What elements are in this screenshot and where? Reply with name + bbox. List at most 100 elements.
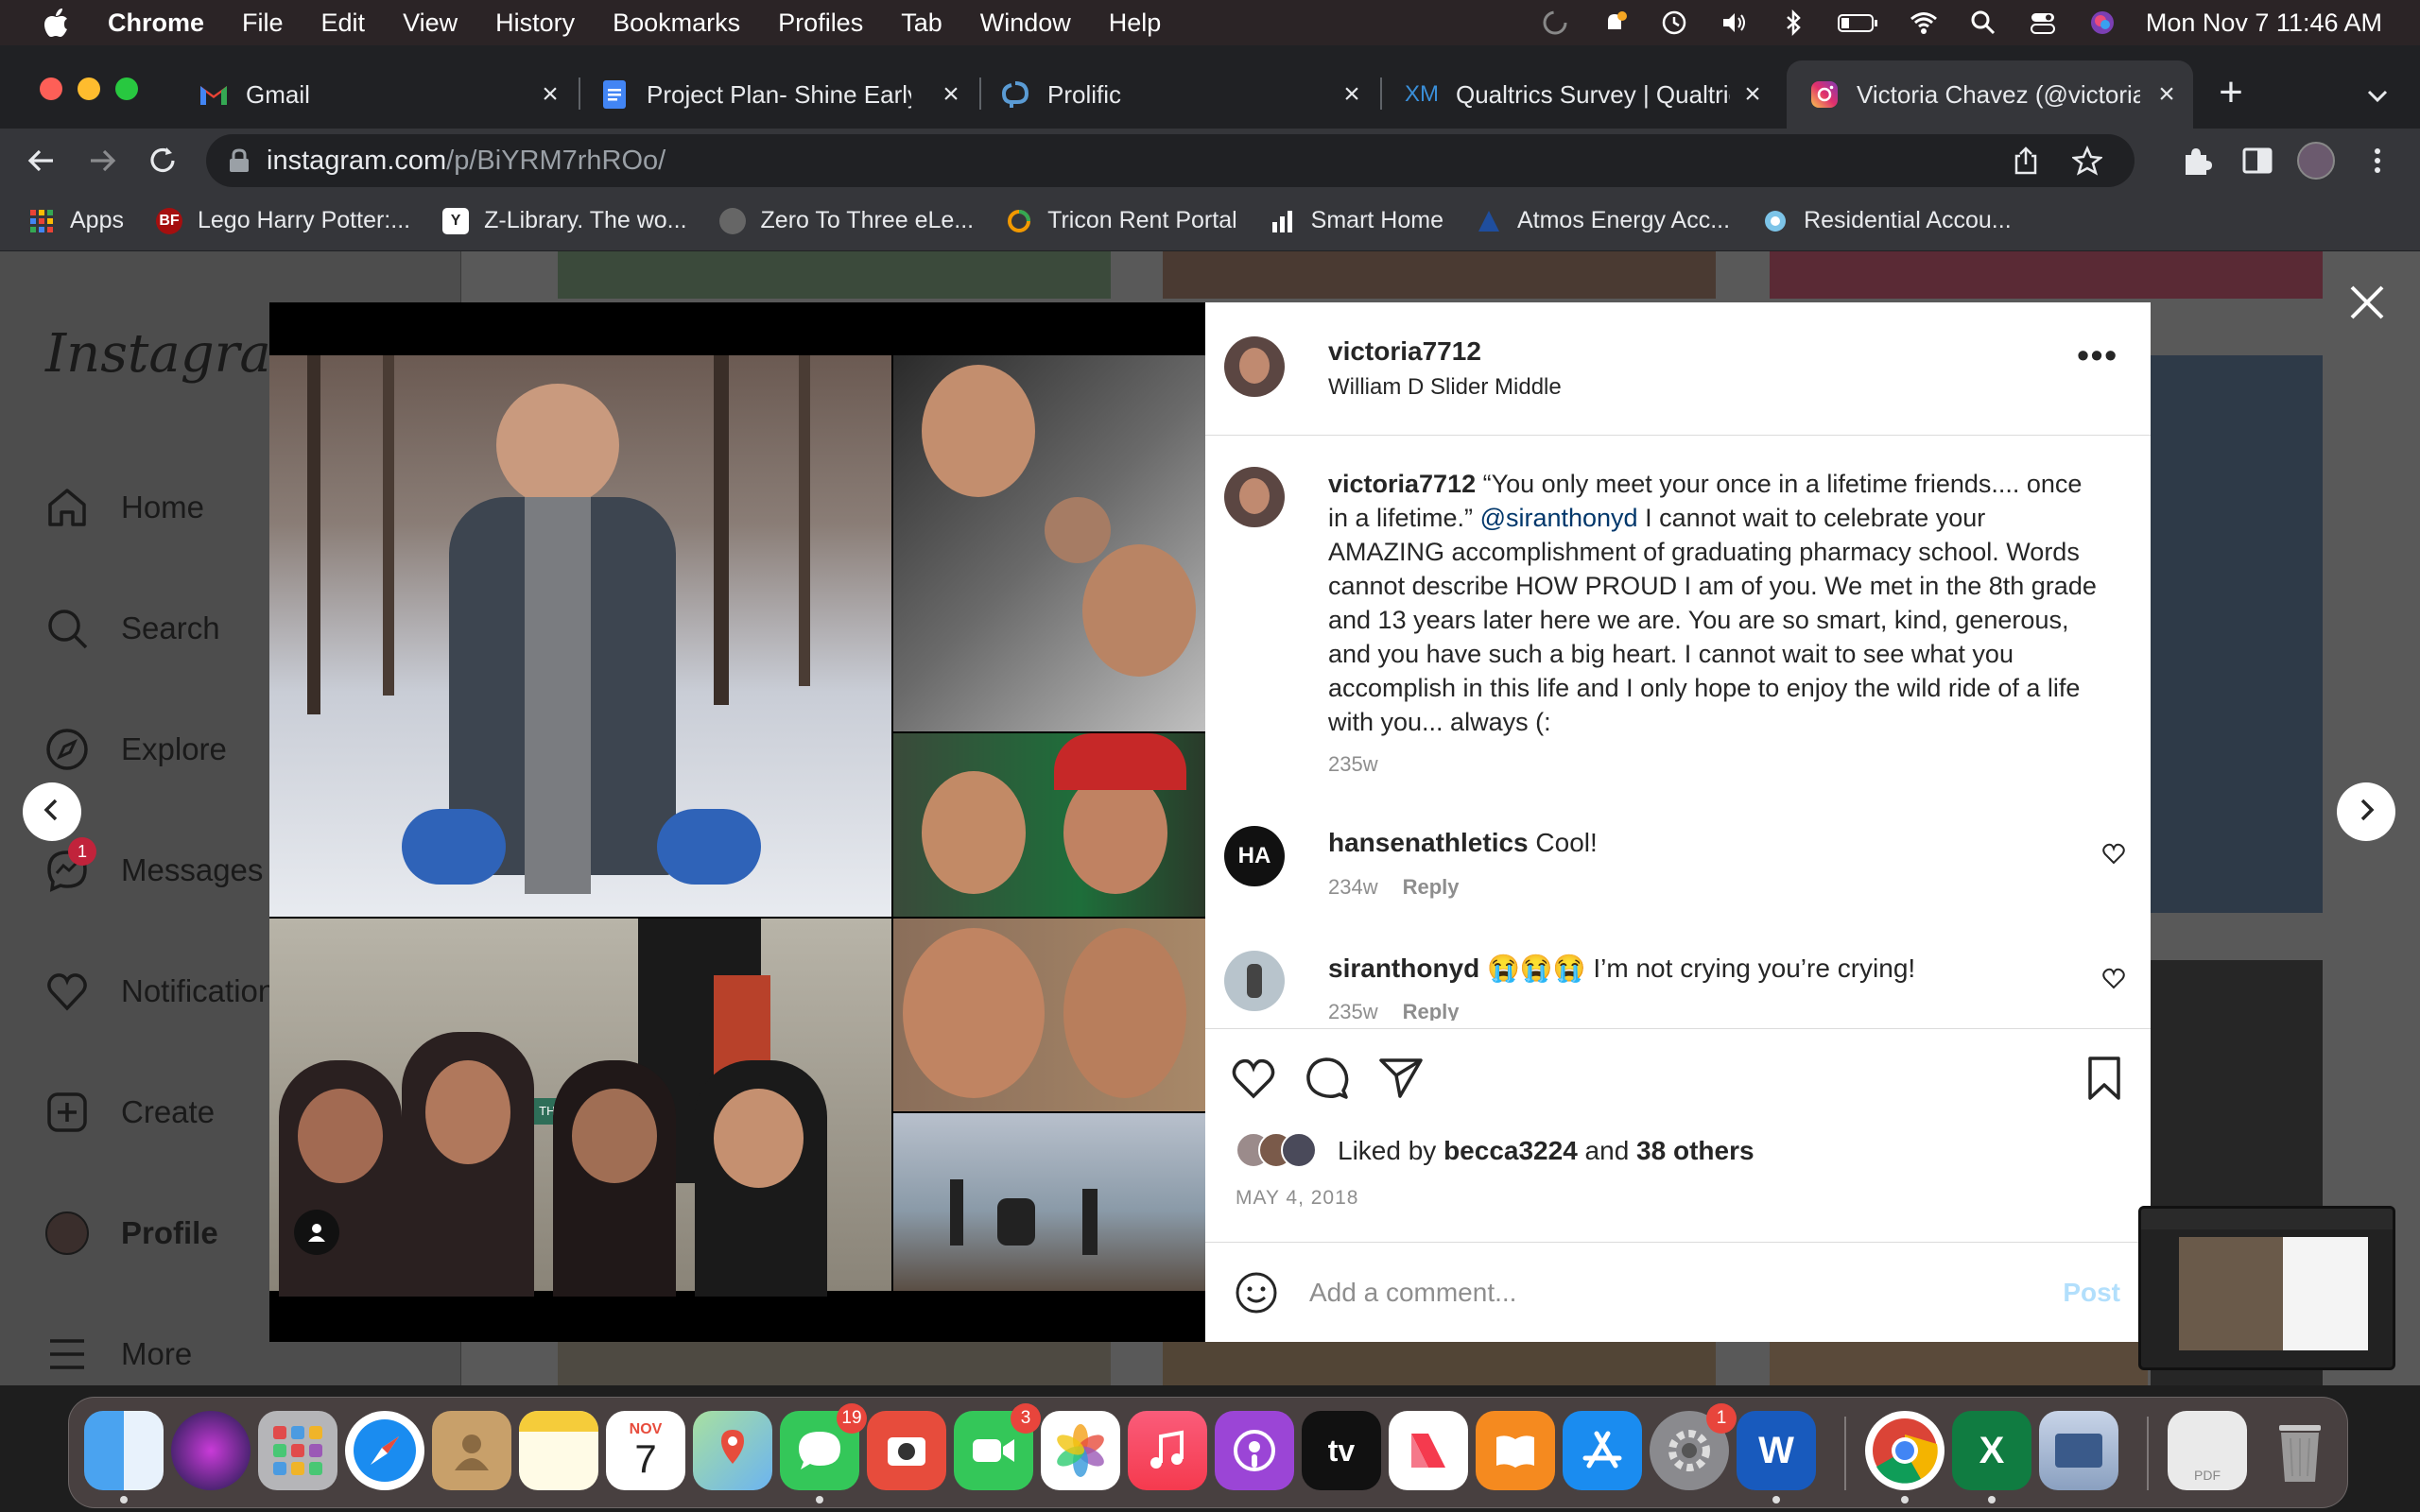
menu-history[interactable]: History bbox=[495, 9, 575, 38]
menu-profiles[interactable]: Profiles bbox=[778, 9, 863, 38]
contacts-icon[interactable] bbox=[432, 1411, 511, 1490]
finder-icon[interactable] bbox=[84, 1411, 164, 1503]
bookmark-z-library[interactable]: Y Z-Library. The wo... bbox=[442, 207, 687, 234]
url-text[interactable]: instagram.com/p/BiYRM7rhROo/ bbox=[267, 146, 666, 177]
close-tab-icon[interactable]: × bbox=[537, 80, 563, 109]
sidebar-item-messages[interactable]: 1 Messages bbox=[43, 837, 263, 894]
post-author-username[interactable]: victoria7712 bbox=[1328, 336, 1481, 367]
menu-file[interactable]: File bbox=[242, 9, 284, 38]
like-comment-heart-icon[interactable] bbox=[2101, 841, 2126, 866]
emoji-smiley-icon[interactable] bbox=[1234, 1270, 1279, 1315]
more-options-icon[interactable]: ••• bbox=[2077, 338, 2118, 372]
maps-icon[interactable] bbox=[693, 1411, 772, 1490]
sidebar-item-profile[interactable]: Profile bbox=[43, 1210, 218, 1257]
menu-bar-clock[interactable]: Mon Nov 7 11:46 AM bbox=[2146, 9, 2382, 38]
lock-icon[interactable] bbox=[227, 147, 251, 174]
side-panel-icon[interactable] bbox=[2240, 144, 2274, 178]
facetime-icon[interactable]: 3 bbox=[954, 1403, 1041, 1490]
window-zoom-button[interactable] bbox=[115, 77, 138, 100]
podcasts-icon[interactable] bbox=[1215, 1411, 1294, 1490]
add-comment-input[interactable]: Add a comment... bbox=[1309, 1278, 1516, 1308]
tab-qualtrics[interactable]: XM Qualtrics Survey | Qualtric × bbox=[1382, 60, 1779, 129]
chrome-menu-icon[interactable] bbox=[2363, 144, 2392, 178]
bookmark-smart-home[interactable]: Smart Home bbox=[1270, 207, 1443, 234]
apple-menu-icon[interactable] bbox=[42, 7, 70, 39]
chrome-profile-avatar[interactable] bbox=[2297, 142, 2335, 180]
bookmark-tricon[interactable]: Tricon Rent Portal bbox=[1006, 207, 1237, 234]
liked-by-others-link[interactable]: 38 others bbox=[1636, 1136, 1754, 1165]
menu-app-name[interactable]: Chrome bbox=[108, 9, 204, 38]
wifi-icon[interactable] bbox=[1908, 9, 1940, 37]
bookmark-residential-account[interactable]: Residential Accou... bbox=[1762, 207, 2012, 234]
window-close-button[interactable] bbox=[40, 77, 62, 100]
next-post-button[interactable] bbox=[2337, 782, 2395, 841]
news-icon[interactable] bbox=[1389, 1411, 1468, 1490]
battery-icon[interactable] bbox=[1837, 9, 1880, 37]
control-center-icon[interactable] bbox=[2027, 9, 2059, 37]
notes-icon[interactable] bbox=[519, 1411, 598, 1490]
music-icon[interactable] bbox=[1128, 1411, 1207, 1490]
share-paper-plane-icon[interactable] bbox=[1377, 1055, 1425, 1102]
microsoft-word-icon[interactable]: W bbox=[1737, 1411, 1816, 1503]
spotlight-search-icon[interactable] bbox=[1967, 9, 1999, 37]
close-modal-icon[interactable] bbox=[2348, 284, 2386, 321]
bookmark-star-icon[interactable] bbox=[2070, 145, 2104, 176]
comment-username[interactable]: siranthonyd bbox=[1328, 954, 1479, 983]
reply-button[interactable]: Reply bbox=[1403, 1000, 1460, 1021]
sidebar-item-more[interactable]: More bbox=[43, 1331, 192, 1378]
bookmark-lego-harry-potter[interactable]: BF Lego Harry Potter:... bbox=[155, 207, 410, 234]
bookmark-atmos-energy[interactable]: Atmos Energy Acc... bbox=[1476, 207, 1730, 234]
window-minimize-button[interactable] bbox=[78, 77, 100, 100]
sidebar-item-search[interactable]: Search bbox=[43, 605, 220, 652]
close-tab-icon[interactable]: × bbox=[1739, 80, 1766, 109]
new-tab-button[interactable]: + bbox=[2212, 72, 2250, 113]
trash-icon[interactable] bbox=[2260, 1411, 2340, 1490]
sidebar-item-explore[interactable]: Explore bbox=[43, 726, 227, 773]
liked-by-avatars[interactable] bbox=[1236, 1132, 1330, 1170]
notification-bell-icon[interactable] bbox=[1599, 9, 1631, 37]
tag-people-icon[interactable] bbox=[294, 1210, 339, 1255]
post-date[interactable]: MAY 4, 2018 bbox=[1236, 1187, 1358, 1210]
system-preferences-gear-icon[interactable]: 1 bbox=[1650, 1403, 1737, 1490]
siri-icon[interactable] bbox=[2086, 9, 2118, 37]
volume-icon[interactable] bbox=[1718, 9, 1750, 37]
close-tab-icon[interactable]: × bbox=[938, 80, 964, 109]
comment-timestamp[interactable]: 235w bbox=[1328, 1000, 1378, 1021]
bluetooth-icon[interactable] bbox=[1777, 9, 1809, 37]
like-comment-heart-icon[interactable] bbox=[2101, 966, 2126, 990]
commenter-avatar[interactable]: HA bbox=[1224, 826, 1285, 886]
menu-help[interactable]: Help bbox=[1109, 9, 1162, 38]
sidebar-item-home[interactable]: Home bbox=[43, 484, 204, 531]
bookmark-zero-to-three[interactable]: Zero To Three eLe... bbox=[718, 207, 974, 234]
calendar-icon[interactable]: NOV 7 bbox=[606, 1411, 685, 1490]
tab-prolific[interactable]: Prolific × bbox=[981, 60, 1378, 129]
author-avatar[interactable] bbox=[1224, 336, 1285, 397]
extensions-puzzle-icon[interactable] bbox=[2180, 144, 2214, 178]
comment-bubble-icon[interactable] bbox=[1304, 1055, 1351, 1102]
preview-photos-icon[interactable] bbox=[2039, 1411, 2118, 1490]
launchpad-icon[interactable] bbox=[258, 1411, 337, 1490]
siri-app-icon[interactable] bbox=[171, 1411, 251, 1490]
books-icon[interactable] bbox=[1476, 1411, 1555, 1490]
previous-post-button[interactable] bbox=[23, 782, 81, 841]
caption-timestamp[interactable]: 235w bbox=[1328, 752, 1378, 777]
safari-icon[interactable] bbox=[345, 1411, 424, 1490]
caption-avatar[interactable] bbox=[1224, 467, 1285, 527]
post-photo-collage[interactable]: THEATRE bbox=[269, 302, 1205, 1342]
address-bar[interactable]: instagram.com/p/BiYRM7rhROo/ bbox=[206, 134, 2135, 187]
photo-booth-icon[interactable] bbox=[867, 1411, 946, 1490]
close-tab-icon[interactable]: × bbox=[2153, 80, 2180, 109]
time-machine-icon[interactable] bbox=[1658, 9, 1690, 37]
reload-icon[interactable] bbox=[146, 144, 180, 178]
menu-view[interactable]: View bbox=[403, 9, 458, 38]
pdf-document-icon[interactable]: PDF bbox=[2168, 1411, 2247, 1490]
tab-instagram-active[interactable]: Victoria Chavez (@victoria × bbox=[1787, 60, 2193, 129]
forward-arrow-icon[interactable] bbox=[85, 144, 119, 178]
google-chrome-icon[interactable] bbox=[1865, 1411, 1945, 1503]
commenter-avatar[interactable] bbox=[1224, 951, 1285, 1011]
photos-icon[interactable] bbox=[1041, 1411, 1120, 1490]
save-bookmark-icon[interactable] bbox=[2081, 1055, 2128, 1102]
like-heart-icon[interactable] bbox=[1230, 1055, 1277, 1102]
sidebar-item-notifications[interactable]: Notifications bbox=[43, 968, 291, 1015]
back-arrow-icon[interactable] bbox=[25, 144, 59, 178]
